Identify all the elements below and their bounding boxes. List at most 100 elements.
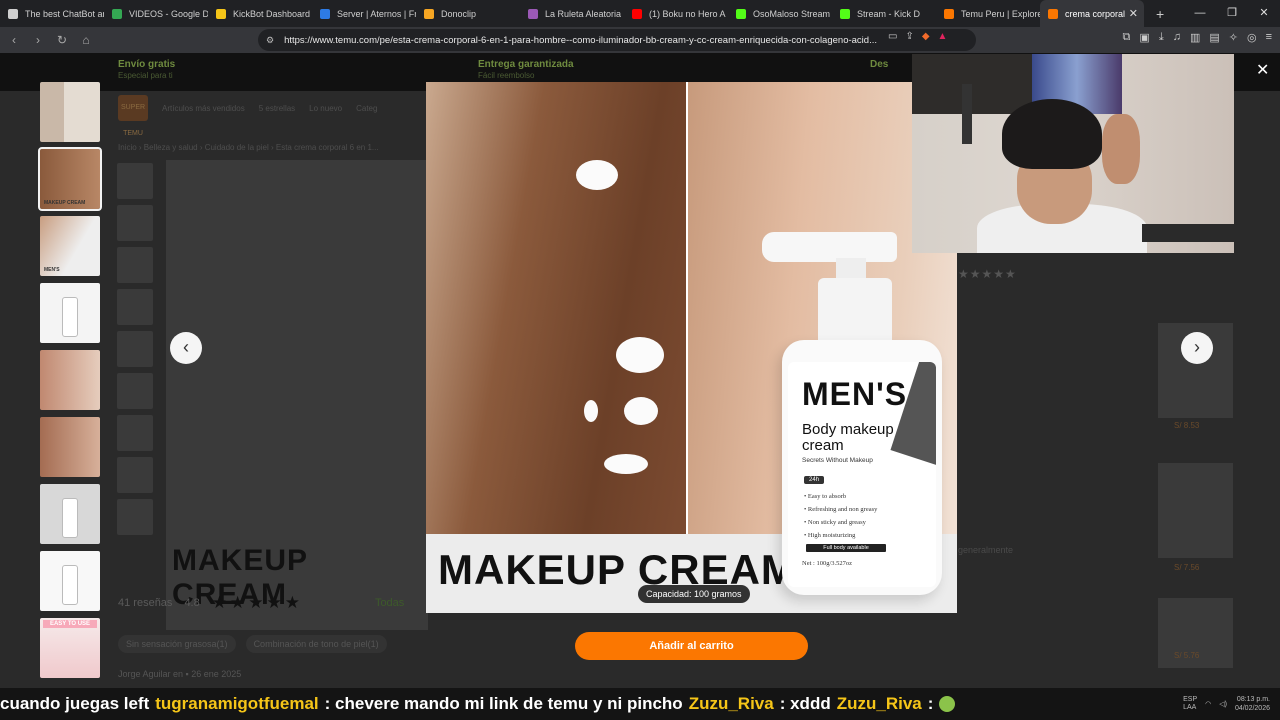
thumbnail-bottles[interactable] [40, 484, 100, 544]
side-price: S/ 7.56 [1174, 563, 1200, 572]
address-bar[interactable]: ⚙ https://www.temu.com/pe/esta-crema-cor… [258, 29, 976, 51]
brave-rewards-icon[interactable]: ▲ [938, 31, 948, 42]
home-icon[interactable]: ⌂ [76, 33, 96, 47]
tab-favicon [528, 8, 538, 19]
chip-no-greasy[interactable]: Sin sensación grasosa(1) [118, 635, 236, 653]
tab-youtube[interactable]: (1) Boku no Hero A [624, 0, 728, 27]
label-brand: MEN'S [802, 376, 908, 412]
tab-title: KickBot Dashboard [233, 8, 311, 19]
new-tab-icon[interactable]: + [1156, 6, 1164, 22]
thumbnail-model-neck[interactable] [40, 417, 100, 477]
bottle-graphic [62, 297, 78, 337]
tab-title: (1) Boku no Hero A [649, 8, 726, 19]
maximize-icon[interactable]: ❐ [1216, 0, 1248, 27]
close-tab-icon[interactable]: ✕ [1129, 7, 1138, 20]
tab-google-drive[interactable]: VIDEOS - Google Dr [104, 0, 208, 27]
nav-new[interactable]: Lo nuevo [309, 104, 342, 113]
bottle-label: MEN'S Body makeup cream Secrets Without … [788, 362, 936, 587]
chat-ticker: cuando juegas left tugranamigotfuemal : … [0, 688, 1280, 720]
share-icon[interactable]: ⇪ [905, 31, 913, 42]
vpn-icon[interactable]: ◎ [1247, 31, 1257, 44]
tab-temu-explore[interactable]: Temu Peru | Explore [936, 0, 1040, 27]
thumbnail-model-arms[interactable] [40, 82, 100, 142]
brave-shield-icon[interactable]: ◆ [922, 31, 930, 42]
side-panel-dimmed: ★★★★★ S/ 8.53 S/ 7.56 S/ 5.76 generalmen… [958, 253, 1278, 683]
tab-favicon [8, 8, 18, 19]
label-tagline: Secrets Without Makeup [802, 457, 873, 464]
before-side [426, 82, 687, 534]
tab-kick-stream[interactable]: Stream - Kick D [832, 0, 936, 27]
cream-dab [616, 337, 664, 373]
tab-favicon [112, 8, 122, 19]
label-bullets: • Easy to absorb • Refreshing and non gr… [804, 490, 877, 542]
menu-icon[interactable]: ≡ [1266, 31, 1272, 44]
thumbnail-single-bottle[interactable] [40, 551, 100, 611]
tab-crema-corporal[interactable]: crema corporal ✕ [1040, 0, 1144, 27]
thumbnail-easy-to-use[interactable]: EASY TO USE [40, 618, 100, 678]
tab-favicon [1048, 8, 1058, 19]
forward-icon[interactable]: › [28, 33, 48, 47]
tab-search-icon[interactable]: ▣ [1139, 31, 1149, 44]
tab-aternos[interactable]: Server | Aternos | Fr [312, 0, 416, 27]
nav-bestsellers[interactable]: Artículos más vendidos [162, 104, 245, 113]
tab-favicon [632, 8, 642, 19]
wifi-icon[interactable]: ◠ [1205, 700, 1211, 708]
media-icon[interactable]: ♫ [1173, 31, 1181, 44]
cream-dab [624, 397, 658, 425]
tab-kickbot[interactable]: KickBot Dashboard [208, 0, 312, 27]
tab-osomaloso[interactable]: OsoMaloso Stream [728, 0, 832, 27]
volume-icon[interactable]: ◁) [1219, 700, 1227, 708]
promo-guaranteed-delivery: Entrega garantizada Fácil reembolso [478, 59, 574, 81]
thumbnail-model-chest[interactable] [40, 350, 100, 410]
thumbnail-label: MEN'S [44, 267, 60, 273]
thumbnail-makeup-cream[interactable]: MAKEUP CREAM [38, 147, 102, 211]
back-icon[interactable]: ‹ [4, 33, 24, 47]
tab-chatbot[interactable]: The best ChatBot ar [0, 0, 104, 27]
cam-mic-arm [1142, 224, 1234, 242]
browser-tab-bar: The best ChatBot ar VIDEOS - Google Dr K… [0, 0, 1280, 27]
temu-logo[interactable]: SUPER TEMU [118, 95, 148, 137]
clock[interactable]: 08:13 p.m. 04/02/2026 [1235, 695, 1270, 713]
tab-title: Stream - Kick D [857, 8, 921, 19]
shop-nav: SUPER TEMU Artículos más vendidos 5 estr… [118, 93, 428, 137]
download-icon[interactable]: ⤓ [1159, 31, 1164, 44]
thumbnail-bottle-info[interactable] [40, 283, 100, 343]
sidebar-icon[interactable]: ▥ [1190, 31, 1200, 44]
close-window-icon[interactable]: ✕ [1248, 0, 1280, 27]
review-filter-all[interactable]: Todas [375, 597, 404, 609]
reviews-summary: 41 reseñas 4.8 ★★★★★ Todas [118, 593, 404, 613]
reader-icon[interactable]: ▭ [888, 31, 897, 42]
reviewer-line: Jorge Aguilar en ▪ 26 ene 2025 [118, 669, 242, 679]
wallet-icon[interactable]: ▤ [1209, 31, 1219, 44]
nav-five-stars[interactable]: 5 estrellas [259, 104, 295, 113]
next-image-button[interactable]: › [1181, 332, 1213, 364]
site-info-icon[interactable]: ⚙ [266, 35, 274, 46]
tab-ruleta[interactable]: La Ruleta Aleatoria [520, 0, 624, 27]
tab-favicon [216, 8, 226, 19]
tab-donoclip[interactable]: Donoclip [416, 0, 520, 27]
bullet-item: • High moisturizing [804, 532, 856, 539]
before-after-divider [686, 82, 688, 534]
promo-title: Des [870, 59, 889, 70]
cam-hair [1002, 99, 1102, 169]
cam-shelf [912, 54, 1032, 114]
language-indicator[interactable]: ESP LAA [1183, 696, 1197, 712]
minimize-icon[interactable]: — [1184, 0, 1216, 27]
tab-title: Donoclip [441, 8, 477, 19]
bottle-graphic [62, 565, 78, 605]
nav-categories[interactable]: Categ [356, 104, 377, 113]
reload-icon[interactable]: ↻ [52, 33, 72, 47]
dim-thumbnails [117, 163, 157, 541]
close-icon[interactable]: ✕ [1256, 60, 1269, 80]
review-count: 41 reseñas [118, 597, 173, 609]
extensions-icon[interactable]: ⧉ [1123, 31, 1131, 44]
tab-title: Server | Aternos | Fr [337, 8, 416, 19]
add-to-cart-button[interactable]: Añadir al carrito [575, 632, 808, 660]
leo-icon[interactable]: ✧ [1229, 31, 1238, 44]
side-product-card[interactable] [1158, 463, 1233, 558]
dim-main-image: MAKEUP CREAM [166, 160, 428, 630]
bullet-text: Refreshing and non greasy [807, 506, 878, 513]
thumbnail-model-face[interactable]: MEN'S [40, 216, 100, 276]
previous-image-button[interactable]: ‹ [170, 332, 202, 364]
chip-skin-tone[interactable]: Combinación de tono de piel(1) [245, 635, 387, 653]
